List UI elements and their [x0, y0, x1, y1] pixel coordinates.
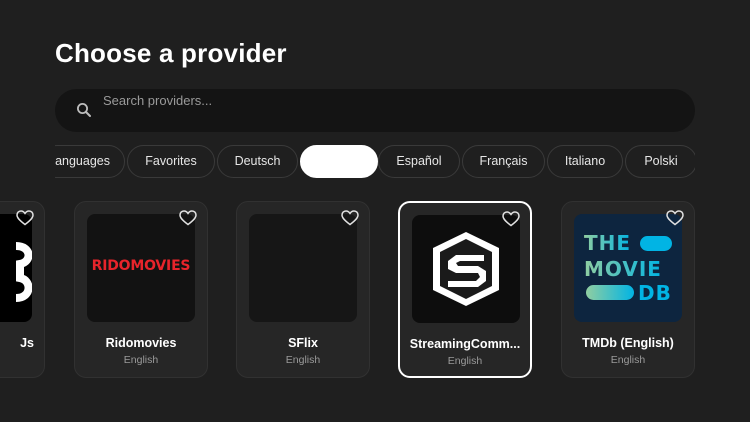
chip-polski[interactable]: Polski — [625, 145, 695, 178]
provider-logo — [0, 214, 32, 322]
ridomovies-logo-text: RIDOMOVIES — [91, 258, 191, 274]
provider-logo-graphic — [15, 242, 32, 302]
tmdb-logo-line-3: DB — [638, 281, 672, 305]
favorite-heart-icon[interactable] — [16, 210, 34, 226]
chip-label: Favorites — [145, 154, 197, 168]
provider-carousel: Js RIDOMOVIES Ridomovies English SFlix E… — [0, 201, 750, 381]
search-bar[interactable] — [55, 89, 695, 132]
streamingcommunity-logo-icon — [433, 232, 499, 306]
chip-label: Deutsch — [234, 154, 281, 168]
chip-espanol[interactable]: Español — [378, 145, 460, 178]
search-input[interactable] — [103, 90, 663, 112]
provider-card-streamingcommunity[interactable]: StreamingComm... English — [398, 201, 532, 378]
chip-francais[interactable]: Français — [462, 145, 545, 178]
provider-card-sflix[interactable]: SFlix English — [236, 201, 370, 378]
chip-label: Italiano — [564, 154, 606, 168]
chip-label: anguages — [55, 154, 110, 168]
provider-name: TMDb (English) — [582, 336, 674, 350]
provider-logo — [412, 215, 520, 323]
favorite-heart-icon[interactable] — [341, 210, 359, 226]
page-title: Choose a provider — [55, 38, 287, 68]
tmdb-logo-line-1: THE — [584, 231, 631, 255]
provider-picker-screen: Choose a provider anguages Favorites Deu… — [0, 0, 750, 422]
provider-card[interactable]: Js — [0, 201, 45, 378]
favorite-heart-icon[interactable] — [502, 211, 520, 227]
chip-italiano[interactable]: Italiano — [547, 145, 623, 178]
favorite-heart-icon[interactable] — [666, 210, 684, 226]
chip-selected[interactable] — [300, 145, 378, 178]
chip-label: Español — [396, 154, 442, 168]
provider-language: English — [610, 354, 646, 366]
chip-favorites[interactable]: Favorites — [127, 145, 215, 178]
tmdb-logo: THE MOVIE DB — [584, 231, 672, 305]
provider-name: Js — [20, 336, 34, 350]
chip-languages[interactable]: anguages — [55, 145, 125, 178]
chip-label: Polski — [644, 154, 678, 168]
favorite-heart-icon[interactable] — [179, 210, 197, 226]
chip-label: Français — [479, 154, 528, 168]
provider-logo — [249, 214, 357, 322]
tmdb-logo-line-2: MOVIE — [584, 257, 662, 281]
filter-chip-row: anguages Favorites Deutsch Español Franç… — [55, 145, 695, 180]
provider-card-tmdb[interactable]: THE MOVIE DB TMDb (English) English — [561, 201, 695, 378]
provider-logo: THE MOVIE DB — [574, 214, 682, 322]
chip-deutsch[interactable]: Deutsch — [217, 145, 298, 178]
provider-card-ridomovies[interactable]: RIDOMOVIES Ridomovies English — [74, 201, 208, 378]
provider-name: SFlix — [288, 336, 318, 350]
provider-name: Ridomovies — [105, 336, 177, 350]
search-icon — [77, 103, 91, 117]
provider-name: StreamingComm... — [409, 337, 521, 351]
provider-language: English — [447, 355, 483, 367]
provider-language: English — [123, 354, 159, 366]
provider-logo: RIDOMOVIES — [87, 214, 195, 322]
provider-language: English — [285, 354, 321, 366]
